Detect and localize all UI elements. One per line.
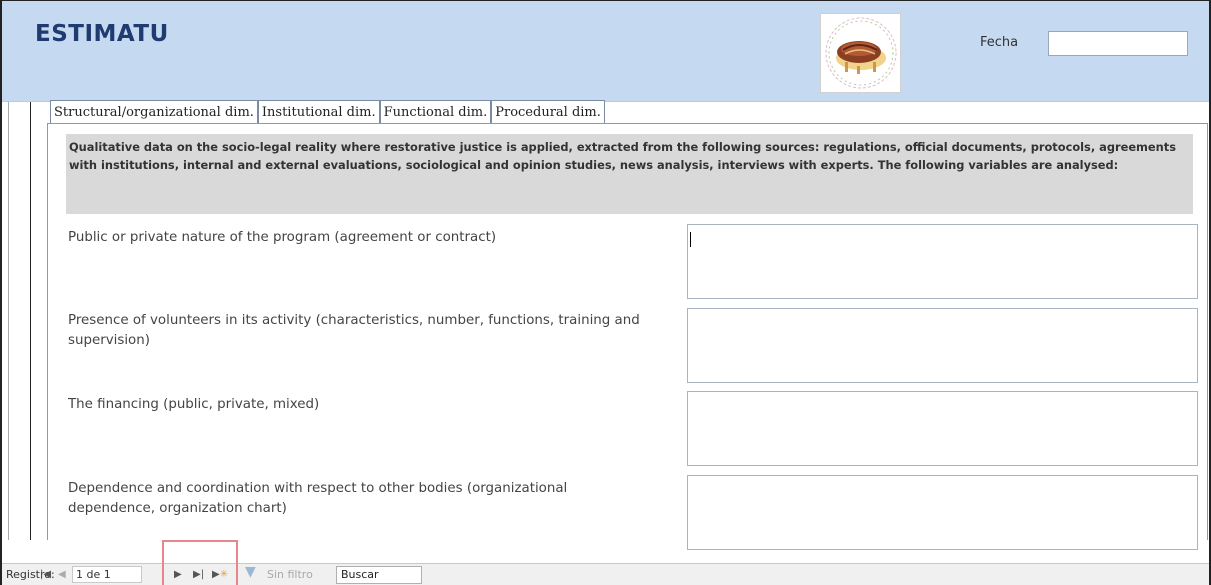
next-record-icon[interactable]: ▶ xyxy=(174,568,182,581)
filter-status[interactable]: Sin filtro xyxy=(267,567,313,582)
search-input[interactable]: Buscar xyxy=(336,566,422,584)
form-header: ESTIMATU Fecha xyxy=(2,1,1209,102)
field-label-dependence: Dependence and coordination with respect… xyxy=(68,481,568,516)
app-title: ESTIMATU xyxy=(35,21,169,47)
previous-record-icon[interactable]: ◀ xyxy=(58,568,66,581)
intro-text: Qualitative data on the socio-legal real… xyxy=(66,134,1193,214)
record-navigation-bar: Registro: |◀ ◀ 1 de 1 ▶ ▶| ▶✳ ▼ Sin filt… xyxy=(2,563,1209,585)
field-input-nature[interactable] xyxy=(687,224,1198,299)
tab-functional[interactable]: Functional dim. xyxy=(379,100,492,124)
record-number-input[interactable]: 1 de 1 xyxy=(72,566,142,583)
first-record-icon[interactable]: |◀ xyxy=(40,568,51,581)
tab-procedural[interactable]: Procedural dim. xyxy=(491,100,605,124)
field-label-nature: Public or private nature of the program … xyxy=(68,230,497,245)
new-record-icon[interactable]: ▶✳ xyxy=(212,568,228,581)
field-input-financing[interactable] xyxy=(687,391,1198,466)
filter-icon[interactable]: ▼ xyxy=(245,565,256,579)
field-label-financing: The financing (public, private, mixed) xyxy=(68,397,320,412)
tab-structural[interactable]: Structural/organizational dim. xyxy=(50,100,258,124)
tab-institutional[interactable]: Institutional dim. xyxy=(257,100,380,124)
field-label-volunteers: Presence of volunteers in its activity (… xyxy=(68,313,640,348)
field-input-dependence[interactable] xyxy=(687,475,1198,550)
last-record-icon[interactable]: ▶| xyxy=(193,568,204,581)
field-input-volunteers[interactable] xyxy=(687,308,1198,383)
text-caret xyxy=(690,232,691,247)
date-input[interactable] xyxy=(1048,31,1188,56)
record-selector-bar[interactable] xyxy=(30,102,31,540)
tab-panel-structural: Qualitative data on the socio-legal real… xyxy=(47,123,1208,550)
caterpillar-logo-icon xyxy=(820,13,901,93)
record-selector-edge xyxy=(8,102,9,540)
tab-strip: Structural/organizational dim. Instituti… xyxy=(50,100,605,124)
date-label: Fecha xyxy=(980,35,1019,50)
